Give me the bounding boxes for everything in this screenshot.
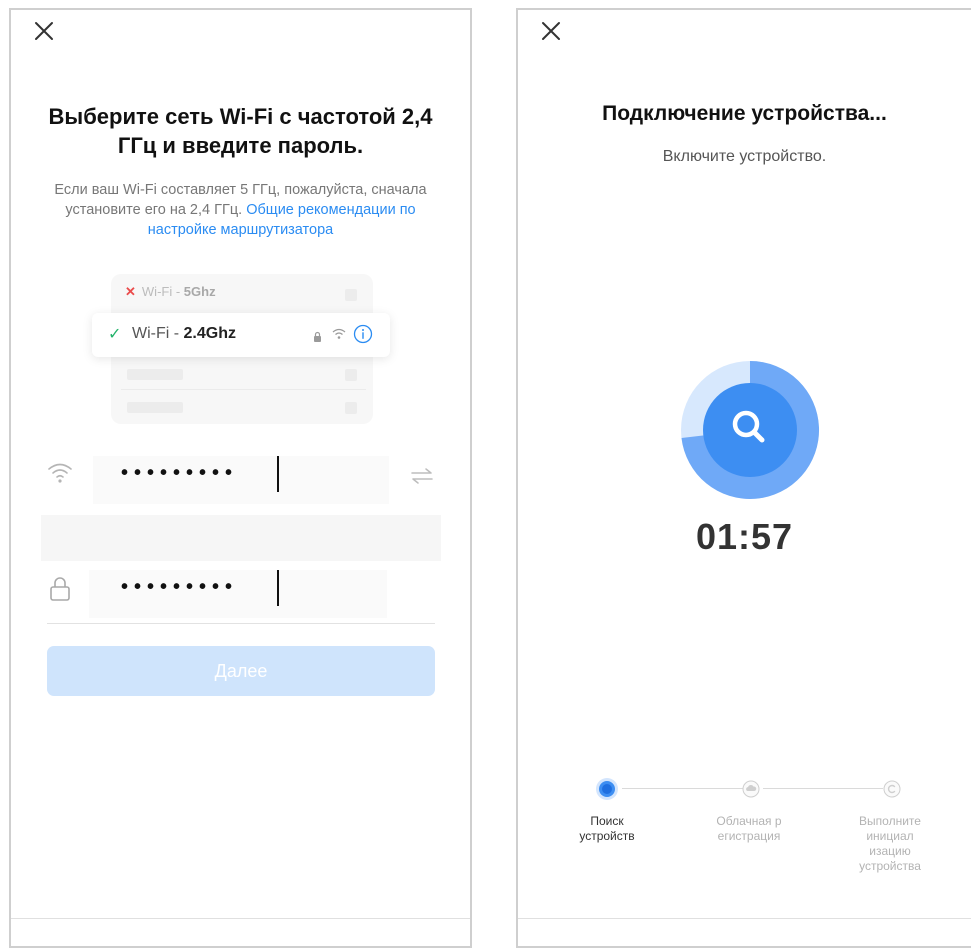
search-progress-spinner: [680, 360, 820, 505]
check-icon: ✓: [108, 326, 122, 343]
placeholder-divider: [121, 389, 366, 390]
text-caret: [277, 570, 279, 606]
cloud-icon: [742, 780, 760, 803]
step-2-label: Облачная р егистрация: [716, 814, 782, 843]
page-title: Подключение устройства...: [602, 102, 887, 125]
placeholder-square: [345, 369, 357, 381]
page-description: Если ваш Wi-Fi составляет 5 ГГц, пожалуй…: [45, 180, 436, 240]
placeholder-bar: [127, 369, 183, 380]
switch-network-icon[interactable]: [411, 468, 433, 489]
step-1-label: Поиск устройств: [579, 814, 635, 843]
close-icon[interactable]: [33, 20, 57, 44]
step-connector: [763, 788, 883, 789]
wifi-24ghz-band: 2.4Ghz: [183, 325, 236, 342]
next-button[interactable]: Далее: [47, 646, 435, 696]
wifi-5ghz-band: 5Ghz: [183, 284, 216, 299]
countdown-timer: 01:57: [695, 516, 794, 557]
info-icon: [353, 324, 373, 349]
lock-icon: [313, 329, 322, 347]
wifi-24ghz-row: ✓ Wi-Fi - 2.4Ghz: [92, 313, 390, 357]
close-icon[interactable]: [540, 20, 564, 44]
step-1-indicator: [595, 777, 619, 806]
cross-icon: ✕: [125, 284, 136, 299]
text-caret: [277, 456, 279, 492]
wifi-signal-icon: [332, 327, 346, 345]
wifi-24ghz-prefix: Wi-Fi -: [132, 325, 184, 342]
wifi-5ghz-row: ✕ Wi-Fi - 5Ghz: [125, 284, 216, 300]
wifi-24ghz-label: Wi-Fi - 2.4Ghz: [132, 325, 236, 343]
device-init-icon: [883, 780, 901, 803]
wifi-5ghz-prefix: Wi-Fi -: [141, 284, 184, 299]
wifi-icon: [47, 462, 73, 489]
placeholder-square: [345, 289, 357, 301]
field-separator-strip: [41, 515, 441, 561]
wifi-ssid-value: •••••••••: [121, 462, 239, 484]
placeholder-square: [345, 402, 357, 414]
divider: [47, 623, 435, 624]
bottom-divider: [11, 918, 470, 919]
lock-icon: [49, 576, 71, 607]
device-connection-screen: Подключение устройства... Включите устро…: [516, 8, 971, 948]
page-title: Выберите сеть Wi-Fi с частотой 2,4 ГГц и…: [48, 104, 433, 158]
placeholder-bar: [127, 402, 183, 413]
step-connector: [622, 788, 744, 789]
page-subtitle: Включите устройство.: [662, 148, 827, 165]
password-value: •••••••••: [121, 576, 239, 598]
step-3-label: Выполните инициал изацию устройства: [859, 814, 921, 873]
wifi-setup-screen: Выберите сеть Wi-Fi с частотой 2,4 ГГц и…: [9, 8, 472, 948]
bottom-divider: [518, 918, 971, 919]
